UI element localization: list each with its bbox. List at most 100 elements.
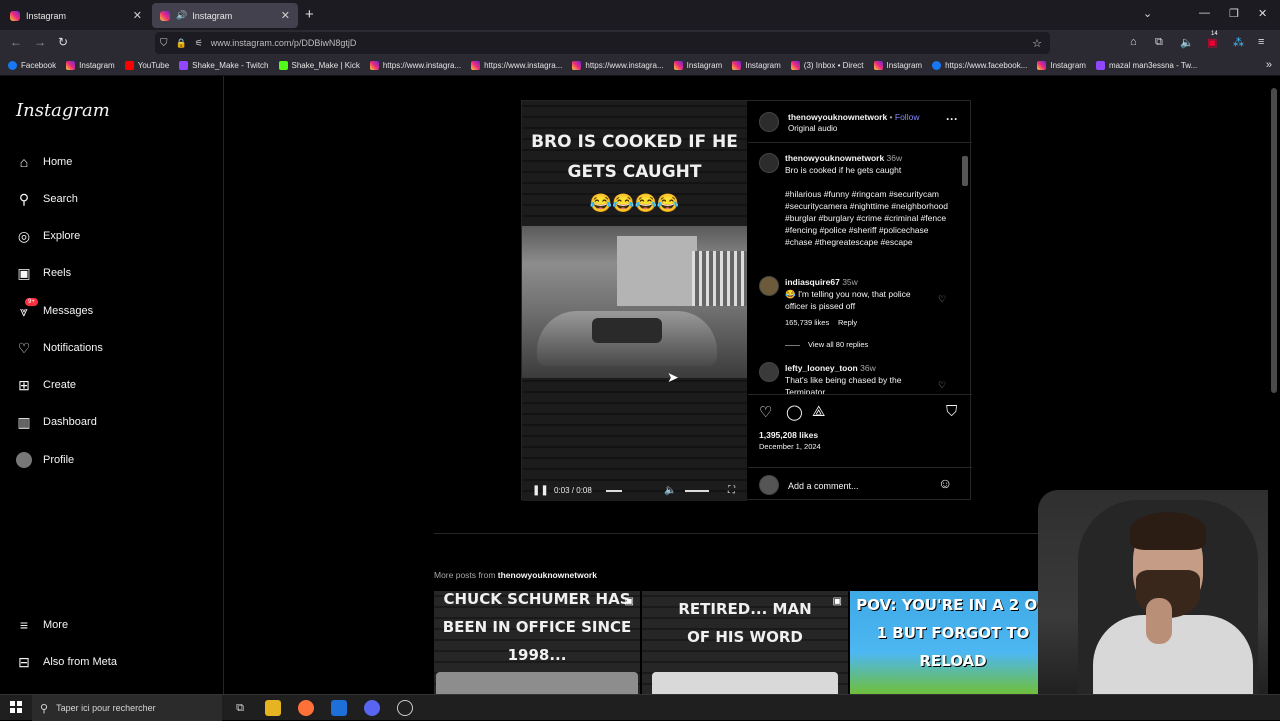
sidebar-item-also-from-meta[interactable]: ⊟ Also from Meta <box>16 654 117 670</box>
caption-hashtags[interactable]: #hilarious #funny #ringcam #securitycam … <box>785 188 957 248</box>
reply-button[interactable]: Reply <box>838 317 857 329</box>
comments-scrollbar[interactable] <box>960 144 970 394</box>
more-bookmarks-icon[interactable]: » <box>1266 59 1272 71</box>
bookmark[interactable]: Instagram <box>1037 61 1086 70</box>
bookmark[interactable]: Instagram <box>873 61 922 70</box>
author-avatar[interactable] <box>759 153 779 173</box>
more-posts-heading: More posts from thenowyouknownetwork <box>434 570 597 580</box>
volume-icon[interactable]: 🔈 <box>664 485 676 496</box>
store-icon[interactable] <box>331 700 347 716</box>
emoji-icon[interactable]: ☺ <box>938 476 952 490</box>
view-replies-button[interactable]: View all 80 replies <box>808 339 868 351</box>
translate-extension-icon[interactable]: ⁂ <box>1233 36 1244 49</box>
more-post-thumbnail[interactable]: RETIRED... MAN OF HIS WORD ▣ <box>642 591 848 694</box>
sidebar-item-notifications[interactable]: ♡ Notifications <box>16 340 103 356</box>
author-username[interactable]: thenowyouknownetwork <box>788 112 887 122</box>
taskbar-search-box[interactable]: ⚲ Taper ici pour rechercher <box>32 695 222 721</box>
reel-video[interactable]: BRO IS COOKED IF HE GETS CAUGHT 😂😂😂😂 ➤ ❚… <box>522 101 747 501</box>
post-actions: ♡ ◯ ⟁ ⛉ 1,395,208 likes December 1, 2024 <box>748 394 972 454</box>
commenter-avatar[interactable] <box>759 276 779 296</box>
page-scrollbar[interactable] <box>1268 76 1280 694</box>
save-bookmark-icon[interactable]: ⛉ <box>946 403 957 420</box>
likes-count[interactable]: 1,395,208 likes <box>759 429 818 441</box>
shield-icon[interactable]: ⛉ <box>160 38 168 49</box>
video-progress-bar[interactable] <box>606 490 622 492</box>
comment-like-icon[interactable]: ♡ <box>938 294 946 305</box>
bookmark[interactable]: (3) Inbox • Direct <box>790 61 864 70</box>
author-avatar[interactable] <box>759 112 779 132</box>
lock-icon[interactable]: 🔒 <box>176 38 187 49</box>
permissions-icon[interactable]: ⚟ <box>195 38 203 49</box>
mute-icon[interactable]: 🔈 <box>1180 36 1194 49</box>
task-view-icon[interactable]: ⧉ <box>232 700 248 716</box>
comment-likes[interactable]: 165,739 likes <box>785 317 829 329</box>
sidebar-item-messages[interactable]: ⩔ 9+ Messages <box>16 298 93 319</box>
sidebar-item-explore[interactable]: ◎ Explore <box>16 228 80 244</box>
bookmark[interactable]: https://www.instagra... <box>369 61 461 70</box>
sidebar-item-create[interactable]: ⊞ Create <box>16 377 76 393</box>
extension-icon[interactable]: ▣ <box>1207 36 1217 49</box>
forward-icon[interactable]: → <box>34 35 46 49</box>
obs-icon[interactable] <box>397 700 413 716</box>
home-icon[interactable]: ⌂ <box>1130 36 1137 48</box>
sidebar-item-profile[interactable]: Profile <box>16 452 74 468</box>
sidebar-item-more[interactable]: ≡ More <box>16 617 68 633</box>
windows-start-icon[interactable] <box>10 701 22 713</box>
more-posts-author-link[interactable]: thenowyouknownetwork <box>498 570 597 580</box>
extensions-icon[interactable]: ⧉ <box>1155 36 1163 49</box>
sidebar-item-dashboard[interactable]: ▥ Dashboard <box>16 414 96 430</box>
bookmark[interactable]: https://www.instagra... <box>572 61 664 70</box>
instagram-logo[interactable]: Instagram <box>16 100 110 121</box>
comment-input[interactable]: Add a comment... <box>788 480 859 492</box>
discord-icon[interactable] <box>364 700 380 716</box>
original-audio-link[interactable]: Original audio <box>788 123 837 135</box>
caption-username[interactable]: thenowyouknownetwork <box>785 153 884 163</box>
like-icon[interactable]: ♡ <box>759 403 772 421</box>
more-post-thumbnail[interactable]: POV: YOU'RE IN A 2 ON 1 BUT FORGOT TO RE… <box>850 591 1056 694</box>
bookmark[interactable]: Shake_Make - Twitch <box>179 61 269 70</box>
volume-slider[interactable] <box>685 490 709 492</box>
browser-tab-bar: Instagram ✕ 🔊 Instagram ✕ + ⌄ — ❐ ✕ <box>0 0 1280 30</box>
comment-username[interactable]: lefty_looney_toon <box>785 363 858 373</box>
fullscreen-icon[interactable]: ⛶ <box>728 485 735 496</box>
comment-like-icon[interactable]: ♡ <box>938 380 946 391</box>
pause-icon[interactable]: ❚❚ <box>532 485 549 496</box>
window-close-icon[interactable]: ✕ <box>1258 7 1267 20</box>
close-tab-icon[interactable]: ✕ <box>281 9 290 22</box>
browser-tab[interactable]: Instagram ✕ <box>2 3 150 28</box>
sidebar-item-reels[interactable]: ▣ Reels <box>16 265 71 281</box>
back-icon[interactable]: ← <box>10 35 22 49</box>
url-text[interactable]: www.instagram.com/p/DDBiwN8gtjD <box>211 38 357 48</box>
comment-username[interactable]: indiasquire67 <box>785 277 840 287</box>
firefox-icon[interactable] <box>298 700 314 716</box>
reload-icon[interactable]: ↻ <box>58 35 68 49</box>
bookmark[interactable]: Instagram <box>66 61 115 70</box>
bookmark[interactable]: YouTube <box>124 61 169 70</box>
bookmark[interactable]: mazal man3essna - Tw... <box>1095 61 1197 70</box>
sidebar-item-home[interactable]: ⌂ Home <box>16 154 73 170</box>
speaker-icon[interactable]: 🔊 <box>176 10 187 21</box>
commenter-avatar[interactable] <box>759 362 779 382</box>
bookmark[interactable]: Instagram <box>732 61 781 70</box>
minimize-icon[interactable]: — <box>1199 7 1210 19</box>
bookmark[interactable]: https://www.facebook... <box>932 61 1027 70</box>
list-tabs-icon[interactable]: ⌄ <box>1143 7 1152 20</box>
bookmark[interactable]: Instagram <box>673 61 722 70</box>
comment-icon[interactable]: ◯ <box>786 403 803 421</box>
browser-tab-active[interactable]: 🔊 Instagram ✕ <box>152 3 298 28</box>
restore-icon[interactable]: ❐ <box>1229 7 1239 20</box>
bookmark-star-icon[interactable]: ☆ <box>1032 37 1042 50</box>
more-post-thumbnail[interactable]: CHUCK SCHUMER HAS BEEN IN OFFICE SINCE 1… <box>434 591 640 694</box>
file-explorer-icon[interactable] <box>265 700 281 716</box>
follow-button[interactable]: Follow <box>895 112 920 122</box>
bookmark[interactable]: Shake_Make | Kick <box>278 61 360 70</box>
menu-icon[interactable]: ≡ <box>1258 36 1264 48</box>
bookmark[interactable]: Facebook <box>8 61 56 70</box>
more-options-icon[interactable]: ··· <box>946 113 958 125</box>
bookmark[interactable]: https://www.instagra... <box>471 61 562 70</box>
new-tab-button[interactable]: + <box>305 6 314 23</box>
share-icon[interactable]: ⟁ <box>812 403 825 420</box>
close-tab-icon[interactable]: ✕ <box>133 9 142 22</box>
sidebar-item-search[interactable]: ⚲ Search <box>16 191 78 207</box>
address-bar[interactable]: ⛉ 🔒 ⚟ www.instagram.com/p/DDBiwN8gtjD ☆ <box>155 32 1050 54</box>
